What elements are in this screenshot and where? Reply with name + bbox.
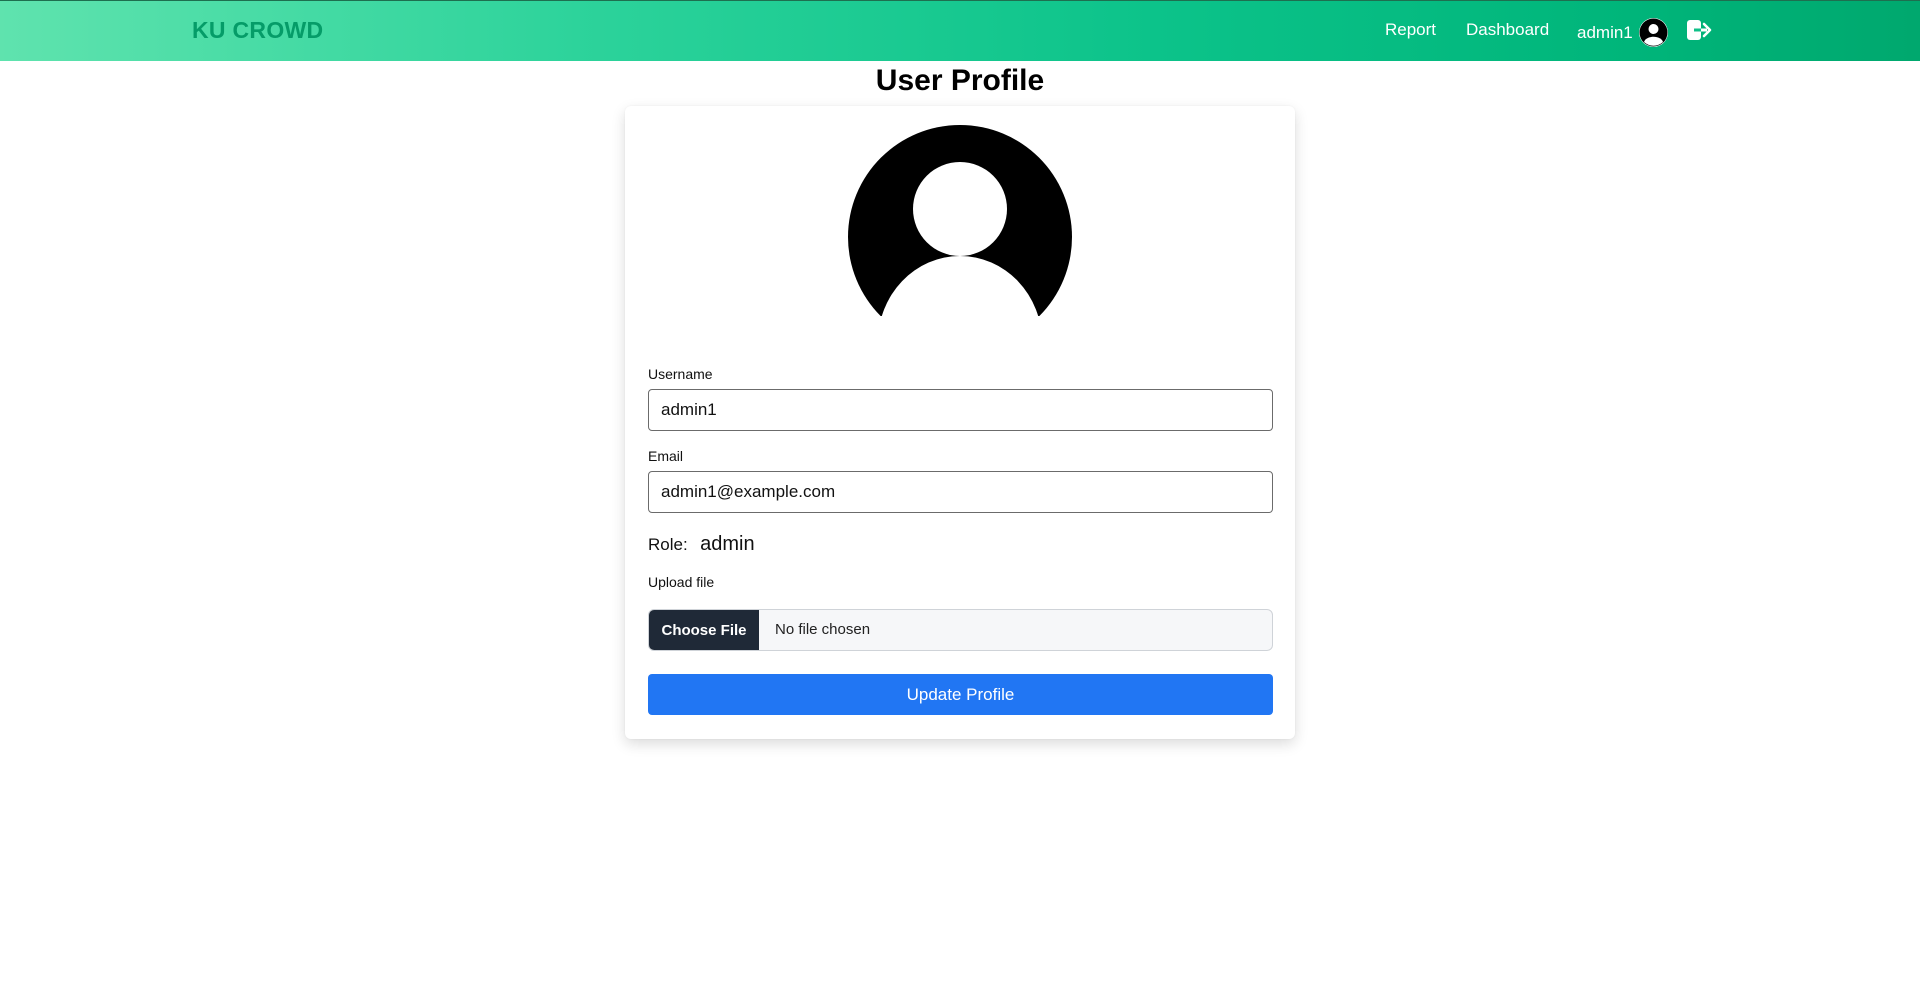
profile-card: Username Email Role: admin Upload file C… [625,106,1295,739]
top-navbar: KU CROWD Report Dashboard admin1 [0,0,1920,61]
username-input[interactable] [648,389,1273,431]
file-upload-input[interactable]: Choose File No file chosen [648,609,1273,651]
file-status-text: No file chosen [775,621,871,638]
logout-icon[interactable] [1686,18,1712,42]
brand-logo[interactable]: KU CROWD [192,17,323,44]
email-label: Email [648,448,684,464]
username-label: Username [648,366,713,382]
user-silhouette-icon [847,124,1073,342]
nav-link-report[interactable]: Report [1385,20,1436,40]
role-label: Role: [648,535,688,554]
role-value: admin [700,533,755,555]
nav-username[interactable]: admin1 [1577,23,1633,43]
update-profile-button[interactable]: Update Profile [648,674,1273,715]
nav-link-dashboard[interactable]: Dashboard [1466,20,1549,40]
email-input[interactable] [648,471,1273,513]
choose-file-button[interactable]: Choose File [649,610,759,650]
user-avatar-icon[interactable] [1639,18,1668,47]
upload-label: Upload file [648,574,715,590]
role-row: Role: admin [648,533,755,556]
page-title: User Profile [875,64,1045,97]
